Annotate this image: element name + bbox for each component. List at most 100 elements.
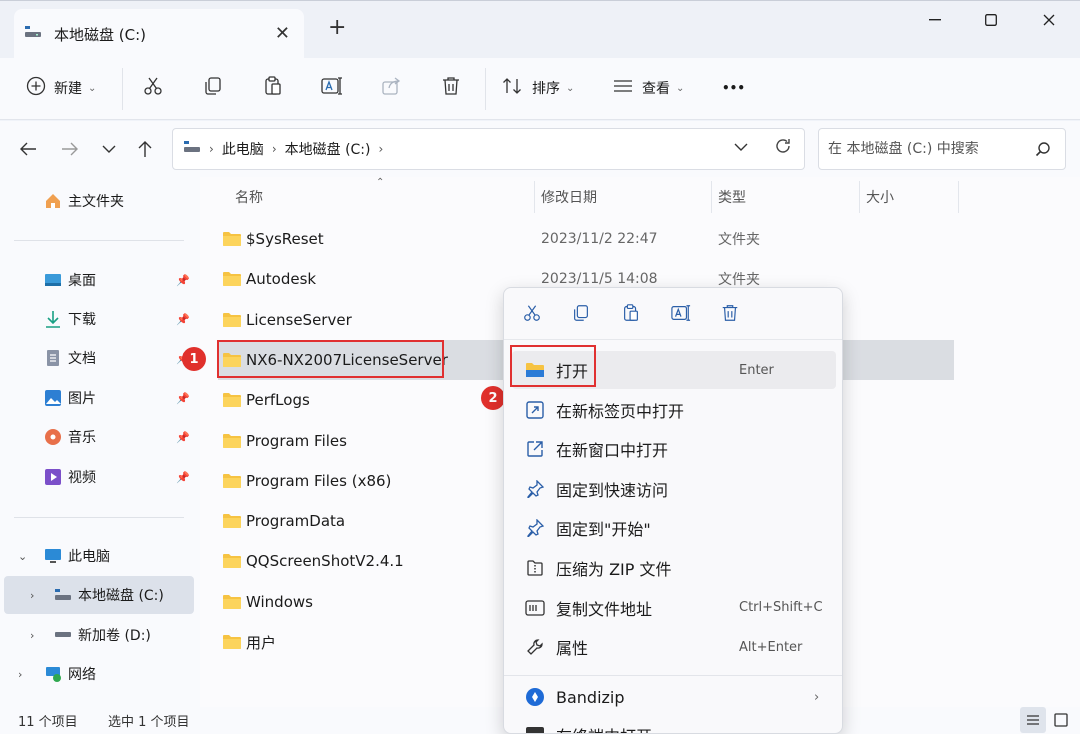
more-options-button[interactable]: ••• bbox=[722, 70, 745, 106]
folder-icon bbox=[222, 634, 242, 654]
column-divider[interactable] bbox=[534, 181, 535, 213]
clipboard-icon bbox=[262, 75, 284, 101]
tab-local-disk-c[interactable]: 本地磁盘 (C:) ✕ bbox=[14, 9, 304, 59]
share-button[interactable] bbox=[380, 70, 402, 106]
chevron-right-icon[interactable]: › bbox=[30, 589, 34, 602]
picture-icon bbox=[44, 389, 62, 407]
chevron-right-icon[interactable]: › bbox=[272, 142, 277, 156]
delete-button[interactable] bbox=[716, 302, 744, 328]
sidebar-item-downloads[interactable]: 下载 📌 bbox=[0, 300, 194, 338]
close-button[interactable] bbox=[1026, 7, 1072, 33]
copy-button[interactable] bbox=[202, 70, 224, 106]
paste-button[interactable] bbox=[262, 70, 284, 106]
sidebar-item-drive-d[interactable]: › 新加卷 (D:) bbox=[0, 616, 194, 654]
pin-icon[interactable]: 📌 bbox=[176, 274, 190, 287]
sidebar-item-label: 此电脑 bbox=[68, 549, 110, 565]
chevron-right-icon[interactable]: › bbox=[379, 142, 384, 156]
drive-icon bbox=[183, 140, 201, 158]
back-arrow-icon[interactable] bbox=[14, 135, 42, 163]
sidebar-item-pictures[interactable]: 图片 📌 bbox=[0, 379, 194, 417]
delete-button[interactable] bbox=[440, 70, 462, 106]
column-divider[interactable] bbox=[859, 181, 860, 213]
annotation-highlight-open bbox=[510, 345, 596, 387]
menu-item-bandizip[interactable]: Bandizip › bbox=[512, 678, 836, 716]
rename-button[interactable] bbox=[667, 302, 695, 328]
recent-chevron-icon[interactable] bbox=[95, 135, 123, 163]
column-divider[interactable] bbox=[711, 181, 712, 213]
cut-button[interactable] bbox=[142, 70, 164, 106]
tab-close-icon[interactable]: ✕ bbox=[275, 23, 290, 44]
column-header-size[interactable]: 大小 bbox=[866, 187, 894, 211]
chevron-down-icon[interactable]: ⌄ bbox=[18, 550, 27, 563]
sidebar-item-videos[interactable]: 视频 📌 bbox=[0, 458, 194, 496]
pin-icon[interactable]: 📌 bbox=[176, 471, 190, 484]
menu-item-properties[interactable]: 属性 Alt+Enter bbox=[512, 628, 836, 666]
sort-icon bbox=[502, 76, 524, 100]
column-header-modified[interactable]: 修改日期 bbox=[541, 187, 597, 211]
sort-button[interactable]: 排序 ⌄ bbox=[502, 70, 574, 106]
drive-icon bbox=[24, 25, 42, 43]
sidebar-item-network[interactable]: › 网络 bbox=[0, 655, 194, 693]
minimize-button[interactable] bbox=[912, 7, 958, 33]
sidebar-item-drive-c[interactable]: › 本地磁盘 (C:) bbox=[4, 576, 194, 614]
menu-item-open-terminal[interactable]: 在终端中打开 bbox=[512, 716, 836, 733]
sidebar-item-home[interactable]: 主文件夹 bbox=[0, 182, 194, 220]
maximize-button[interactable] bbox=[968, 7, 1014, 33]
file-date: 2023/11/2 22:47 bbox=[541, 231, 658, 247]
tiles-view-button[interactable] bbox=[1048, 707, 1074, 733]
pin-icon[interactable]: 📌 bbox=[176, 431, 190, 444]
sidebar-item-label: 新加卷 (D:) bbox=[78, 628, 151, 644]
view-button[interactable]: 查看 ⌄ bbox=[612, 70, 684, 106]
sidebar-item-this-pc[interactable]: ⌄ 此电脑 bbox=[0, 537, 194, 575]
menu-item-open-new-tab[interactable]: 在新标签页中打开 bbox=[512, 391, 836, 429]
chevron-right-icon[interactable]: › bbox=[18, 668, 22, 681]
sidebar-item-label: 图片 bbox=[68, 391, 96, 407]
address-bar[interactable]: › 此电脑 › 本地磁盘 (C:) › bbox=[172, 128, 805, 170]
new-label: 新建 bbox=[54, 81, 82, 97]
breadcrumb-this-pc[interactable]: 此电脑 bbox=[222, 139, 264, 159]
pin-icon[interactable]: 📌 bbox=[176, 313, 190, 326]
search-box[interactable] bbox=[818, 128, 1066, 170]
up-arrow-icon[interactable] bbox=[131, 135, 159, 163]
paste-button[interactable] bbox=[617, 302, 645, 328]
menu-item-compress-zip[interactable]: 压缩为 ZIP 文件 bbox=[512, 549, 836, 587]
annotation-badge-1: 1 bbox=[182, 347, 206, 371]
sidebar-item-music[interactable]: 音乐 📌 bbox=[0, 418, 194, 456]
sidebar-item-documents[interactable]: 文档 📌 bbox=[0, 339, 194, 377]
forward-arrow-icon[interactable] bbox=[56, 135, 84, 163]
home-icon bbox=[44, 192, 62, 210]
details-view-button[interactable] bbox=[1020, 707, 1046, 733]
cut-button[interactable] bbox=[518, 302, 546, 328]
file-row[interactable]: $SysReset 2023/11/2 22:47 文件夹 bbox=[218, 219, 954, 259]
share-icon bbox=[380, 75, 402, 101]
sidebar-item-label: 下载 bbox=[68, 312, 96, 328]
search-input[interactable] bbox=[828, 141, 1028, 157]
rename-button[interactable] bbox=[320, 70, 344, 106]
refresh-icon[interactable] bbox=[774, 137, 792, 160]
menu-item-label: 在终端中打开 bbox=[556, 723, 652, 733]
column-header-type[interactable]: 类型 bbox=[718, 187, 746, 211]
item-count: 11 个项目 bbox=[18, 715, 78, 730]
chevron-right-icon[interactable]: › bbox=[30, 629, 34, 642]
computer-icon bbox=[44, 547, 62, 565]
menu-item-label: Bandizip bbox=[556, 687, 625, 707]
sidebar-item-label: 主文件夹 bbox=[68, 194, 124, 210]
new-tab-button[interactable]: + bbox=[328, 15, 346, 40]
chevron-right-icon[interactable]: › bbox=[209, 142, 214, 156]
menu-item-pin-start[interactable]: 固定到"开始" bbox=[512, 509, 836, 547]
divider bbox=[14, 517, 184, 518]
copy-button[interactable] bbox=[567, 302, 595, 328]
breadcrumb-local-disk[interactable]: 本地磁盘 (C:) bbox=[285, 139, 371, 159]
menu-item-open-new-window[interactable]: 在新窗口中打开 bbox=[512, 430, 836, 468]
search-icon[interactable] bbox=[1035, 141, 1051, 161]
menu-item-copy-path[interactable]: 复制文件地址 Ctrl+Shift+C bbox=[512, 589, 836, 627]
pin-icon[interactable]: 📌 bbox=[176, 392, 190, 405]
menu-item-pin-quick-access[interactable]: 固定到快速访问 bbox=[512, 470, 836, 508]
column-header-name[interactable]: 名称 bbox=[235, 187, 263, 211]
column-divider[interactable] bbox=[958, 181, 959, 213]
menu-item-label: 固定到"开始" bbox=[556, 520, 651, 540]
address-dropdown-icon[interactable] bbox=[734, 141, 748, 155]
new-button[interactable]: 新建 ⌄ bbox=[26, 70, 96, 106]
sidebar-item-desktop[interactable]: 桌面 📌 bbox=[0, 261, 194, 299]
chevron-down-icon: ⌄ bbox=[566, 82, 575, 94]
